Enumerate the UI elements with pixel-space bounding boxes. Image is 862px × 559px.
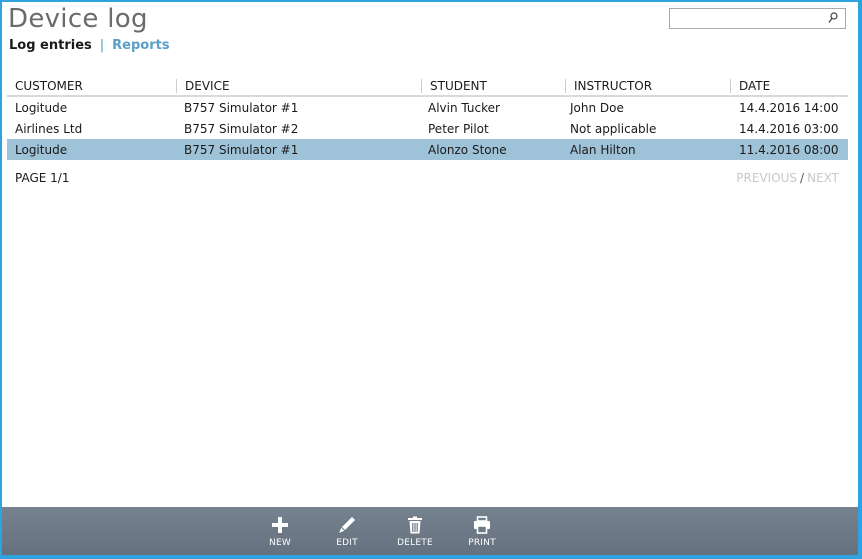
search-input[interactable] [673,10,827,31]
log-table: CUSTOMER DEVICE STUDENT INSTRUCTOR DATE … [7,76,848,160]
cell-date: 14.4.2016 14:00 [739,101,839,115]
cell-student: Alvin Tucker [428,101,500,115]
delete-button[interactable]: DELETE [385,507,445,555]
previous-link[interactable]: PREVIOUS [736,171,797,185]
tab-reports[interactable]: Reports [112,38,169,53]
print-label: PRINT [468,538,496,548]
cell-customer: Logitude [15,101,68,115]
new-button[interactable]: NEW [250,507,310,555]
cell-customer: Airlines Ltd [15,122,83,136]
bottom-toolbar: NEW EDIT DELETE PRINT [2,507,858,555]
edit-button[interactable]: EDIT [317,507,377,555]
print-button[interactable]: PRINT [452,507,512,555]
column-header-date[interactable]: DATE [730,79,770,93]
pencil-icon [339,517,355,533]
column-header-instructor[interactable]: INSTRUCTOR [565,79,652,93]
tab-log-entries[interactable]: Log entries [9,38,92,53]
edit-label: EDIT [336,538,358,548]
cell-student: Alonzo Stone [428,143,507,157]
delete-label: DELETE [397,538,433,548]
tab-separator: | [99,38,105,53]
app-window: Device log Log entries | Reports CUSTOME… [2,2,858,555]
next-link[interactable]: NEXT [807,171,839,185]
table-body: Logitude B757 Simulator #1 Alvin Tucker … [7,97,848,160]
search-icon[interactable] [828,12,838,24]
column-header-device[interactable]: DEVICE [176,79,230,93]
column-header-customer[interactable]: CUSTOMER [7,79,83,93]
cell-instructor: Not applicable [570,122,657,136]
cell-instructor: Alan Hilton [570,143,636,157]
table-row[interactable]: Airlines Ltd B757 Simulator #2 Peter Pil… [7,118,848,139]
cell-date: 14.4.2016 03:00 [739,122,839,136]
printer-icon [474,516,490,534]
pagination: PREVIOUS / NEXT [736,171,839,185]
tab-bar: Log entries | Reports [9,38,170,53]
cell-date: 11.4.2016 08:00 [739,143,839,157]
page-title: Device log [8,4,148,34]
table-header: CUSTOMER DEVICE STUDENT INSTRUCTOR DATE [7,76,848,97]
page-indicator: PAGE 1/1 [15,171,70,185]
cell-student: Peter Pilot [428,122,489,136]
pager-separator: / [800,171,805,185]
cell-customer: Logitude [15,143,68,157]
cell-device: B757 Simulator #1 [184,101,299,115]
table-row-selected[interactable]: Logitude B757 Simulator #1 Alonzo Stone … [7,139,848,160]
search-box[interactable] [669,8,846,31]
trash-icon [408,516,422,534]
plus-icon [272,517,288,533]
column-header-student[interactable]: STUDENT [421,79,487,93]
cell-device: B757 Simulator #2 [184,122,299,136]
cell-device: B757 Simulator #1 [184,143,299,157]
new-label: NEW [269,538,291,548]
table-row[interactable]: Logitude B757 Simulator #1 Alvin Tucker … [7,97,848,118]
cell-instructor: John Doe [570,101,624,115]
